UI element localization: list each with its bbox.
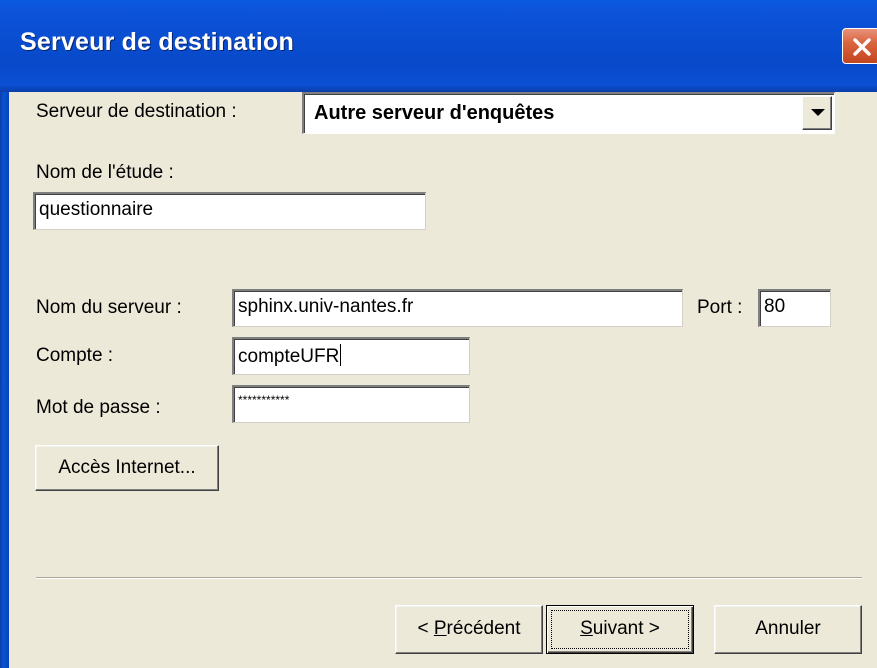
title-bar[interactable]: Serveur de destination: [0, 0, 877, 92]
server-name-input[interactable]: sphinx.univ-nantes.fr: [232, 289, 683, 327]
next-button[interactable]: Suivant >: [546, 605, 694, 654]
port-input[interactable]: 80: [758, 289, 831, 327]
window-left-border: [0, 92, 9, 668]
close-button[interactable]: [842, 28, 877, 64]
destination-select[interactable]: Autre serveur d'enquêtes: [302, 92, 835, 134]
cancel-button[interactable]: Annuler: [714, 605, 862, 654]
previous-button[interactable]: < Précédent: [395, 605, 543, 654]
focus-indicator: [551, 610, 689, 649]
study-name-label: Nom de l'étude :: [36, 162, 174, 183]
destination-label: Serveur de destination :: [36, 101, 237, 122]
password-label: Mot de passe :: [36, 397, 161, 418]
footer-separator: [36, 577, 862, 579]
port-label: Port :: [697, 297, 743, 318]
internet-access-button[interactable]: Accès Internet...: [35, 445, 219, 491]
text-caret: [340, 344, 342, 366]
destination-dropdown-button[interactable]: [802, 96, 832, 130]
password-input[interactable]: ***********: [232, 385, 470, 423]
account-label: Compte :: [36, 345, 114, 366]
destination-selected-value: Autre serveur d'enquêtes: [314, 102, 555, 124]
server-name-label: Nom du serveur :: [36, 297, 182, 318]
window-title: Serveur de destination: [20, 28, 294, 56]
chevron-down-icon: [811, 109, 825, 116]
study-name-input[interactable]: questionnaire: [33, 192, 426, 230]
dialog-window: Serveur de destination Serveur de destin…: [0, 0, 877, 668]
account-input[interactable]: compteUFR: [232, 337, 470, 375]
close-icon: [853, 38, 871, 56]
account-value: compteUFR: [238, 346, 340, 367]
